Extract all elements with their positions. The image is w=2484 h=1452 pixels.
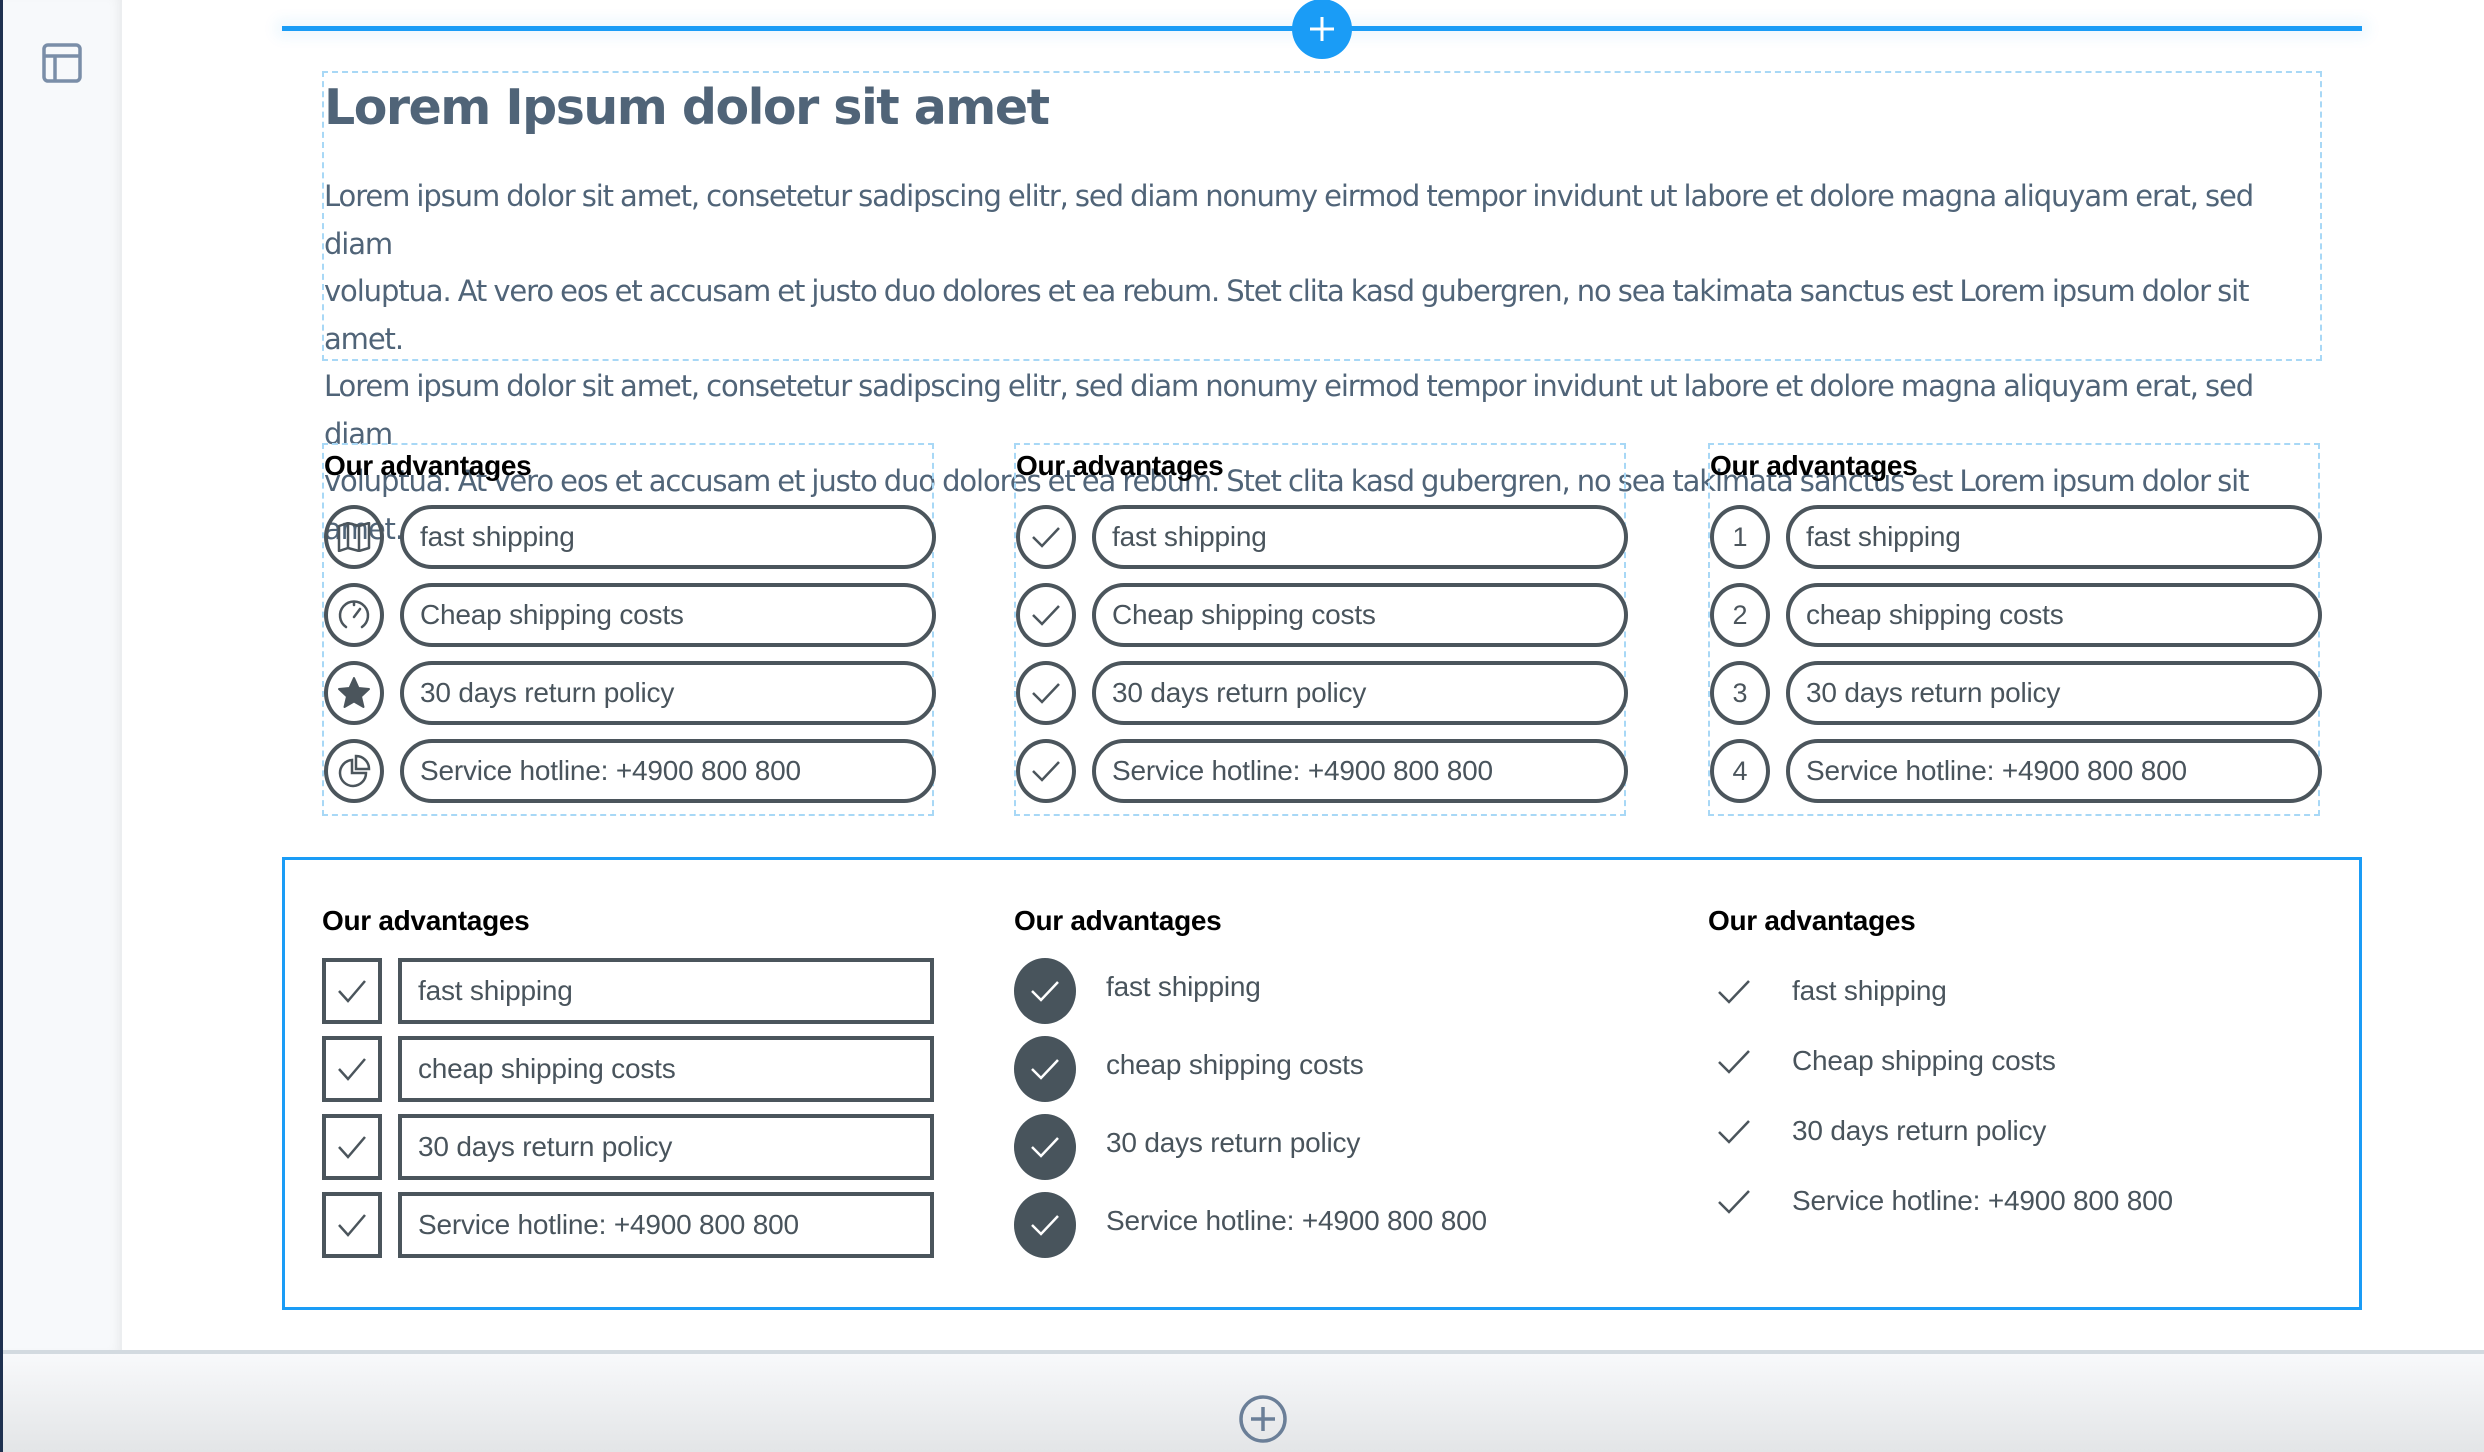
item-label: cheap shipping costs [1106, 1049, 1364, 1080]
check-icon [322, 958, 382, 1024]
item-label: 30 days return policy [1786, 661, 2322, 725]
check-icon [322, 1036, 382, 1102]
list-item[interactable]: 4 Service hotline: +4900 800 800 [1710, 739, 2322, 805]
item-label: Service hotline: +4900 800 800 [1792, 1185, 2173, 1216]
list-item[interactable]: 2 cheap shipping costs [1710, 583, 2322, 649]
bottom-bar [3, 1350, 2484, 1452]
advantages-block-checks[interactable]: Our advantages fast shipping Cheap shipp… [1014, 443, 1628, 816]
item-label: fast shipping [1792, 975, 1947, 1006]
list-item[interactable]: fast shipping [322, 958, 934, 1024]
list-item[interactable]: fast shipping [1016, 505, 1628, 571]
plus-icon [1310, 17, 1334, 41]
block-title: Our advantages [324, 450, 532, 481]
block-title: Our advantages [322, 905, 530, 936]
list-item[interactable]: 1 fast shipping [1710, 505, 2322, 571]
block-title: Our advantages [1710, 450, 1918, 481]
text-heading: Lorem Ipsum dolor sit amet [324, 79, 1050, 136]
pie-chart-icon [324, 739, 384, 803]
list-item[interactable]: 30 days return policy [1014, 1114, 1654, 1180]
check-icon [1718, 1120, 1750, 1144]
item-label: Service hotline: +4900 800 800 [400, 739, 936, 803]
number-badge: 4 [1710, 739, 1770, 803]
item-label: Service hotline: +4900 800 800 [1092, 739, 1628, 803]
check-icon [1016, 739, 1076, 803]
check-icon [1718, 1190, 1750, 1214]
item-label: fast shipping [1092, 505, 1628, 569]
list-item[interactable]: 30 days return policy [324, 661, 936, 727]
advantages-block-numbered[interactable]: Our advantages 1 fast shipping 2 cheap s… [1708, 443, 2322, 816]
item-label: fast shipping [1786, 505, 2322, 569]
item-label: Cheap shipping costs [1092, 583, 1628, 647]
list-item[interactable]: fast shipping [1708, 970, 2348, 1020]
number-badge: 1 [1710, 505, 1770, 569]
check-icon [1718, 980, 1750, 1004]
list-item[interactable]: 30 days return policy [1016, 661, 1628, 727]
selected-section[interactable]: Our advantages fast shipping cheap shipp… [282, 857, 2362, 1310]
check-icon [322, 1192, 382, 1258]
check-icon [1016, 583, 1076, 647]
add-section-button[interactable] [1238, 1394, 1288, 1444]
list-item[interactable]: cheap shipping costs [1014, 1036, 1654, 1102]
check-icon [1718, 1050, 1750, 1074]
item-label: fast shipping [400, 505, 936, 569]
check-icon [322, 1114, 382, 1180]
item-label: cheap shipping costs [1786, 583, 2322, 647]
check-circle-filled-icon [1014, 1114, 1076, 1180]
item-label: 30 days return policy [398, 1114, 934, 1180]
item-label: 30 days return policy [1792, 1115, 2047, 1146]
text-element[interactable]: Lorem Ipsum dolor sit amet Lorem ipsum d… [322, 71, 2322, 546]
list-item[interactable]: Cheap shipping costs [1016, 583, 1628, 649]
number-badge: 3 [1710, 661, 1770, 725]
list-item[interactable]: Cheap shipping costs [1708, 1040, 2348, 1090]
item-label: Service hotline: +4900 800 800 [398, 1192, 934, 1258]
advantages-block-checkboxes[interactable]: Our advantages fast shipping cheap shipp… [322, 860, 962, 1300]
advantages-block-icons[interactable]: Our advantages fast shipping Cheap shipp… [322, 443, 936, 816]
block-title: Our advantages [1014, 905, 1222, 936]
check-circle-filled-icon [1014, 1036, 1076, 1102]
item-label: 30 days return policy [1106, 1127, 1361, 1158]
paragraph-line: voluptua. At vero eos et accusam et just… [324, 274, 2249, 356]
check-icon [1016, 661, 1076, 725]
paragraph-line: Lorem ipsum dolor sit amet, consetetur s… [324, 179, 2254, 261]
map-icon [324, 505, 384, 569]
check-circle-filled-icon [1014, 1192, 1076, 1258]
advantages-block-plain-checks[interactable]: Our advantages fast shipping Cheap shipp… [1708, 860, 2348, 1300]
list-item[interactable]: 3 30 days return policy [1710, 661, 2322, 727]
block-title: Our advantages [1708, 905, 1916, 936]
list-item[interactable]: Service hotline: +4900 800 800 [322, 1192, 934, 1258]
item-label: Service hotline: +4900 800 800 [1106, 1205, 1487, 1236]
sidebar [3, 0, 122, 1350]
list-item[interactable]: fast shipping [1014, 958, 1654, 1024]
plus-circle-icon [1239, 1395, 1287, 1443]
item-label: cheap shipping costs [398, 1036, 934, 1102]
list-item[interactable]: Service hotline: +4900 800 800 [324, 739, 936, 805]
item-label: Cheap shipping costs [400, 583, 936, 647]
layout-icon[interactable] [42, 43, 82, 83]
item-label: fast shipping [1106, 971, 1261, 1002]
check-circle-filled-icon [1014, 958, 1076, 1024]
item-label: Cheap shipping costs [1792, 1045, 2056, 1076]
list-item[interactable]: Cheap shipping costs [324, 583, 936, 649]
list-item[interactable]: Service hotline: +4900 800 800 [1016, 739, 1628, 805]
item-label: fast shipping [398, 958, 934, 1024]
list-item[interactable]: 30 days return policy [1708, 1110, 2348, 1160]
block-title: Our advantages [1016, 450, 1224, 481]
item-label: 30 days return policy [400, 661, 936, 725]
list-item[interactable]: Service hotline: +4900 800 800 [1014, 1192, 1654, 1258]
advantages-block-filled-checks[interactable]: Our advantages fast shipping cheap shipp… [1014, 860, 1654, 1300]
list-item[interactable]: Service hotline: +4900 800 800 [1708, 1180, 2348, 1230]
list-item[interactable]: 30 days return policy [322, 1114, 934, 1180]
insert-section-button[interactable] [1292, 0, 1352, 59]
check-icon [1016, 505, 1076, 569]
speedometer-icon [324, 583, 384, 647]
number-badge: 2 [1710, 583, 1770, 647]
star-icon [324, 661, 384, 725]
item-label: Service hotline: +4900 800 800 [1786, 739, 2322, 803]
list-item[interactable]: fast shipping [324, 505, 936, 571]
list-item[interactable]: cheap shipping costs [322, 1036, 934, 1102]
item-label: 30 days return policy [1092, 661, 1628, 725]
